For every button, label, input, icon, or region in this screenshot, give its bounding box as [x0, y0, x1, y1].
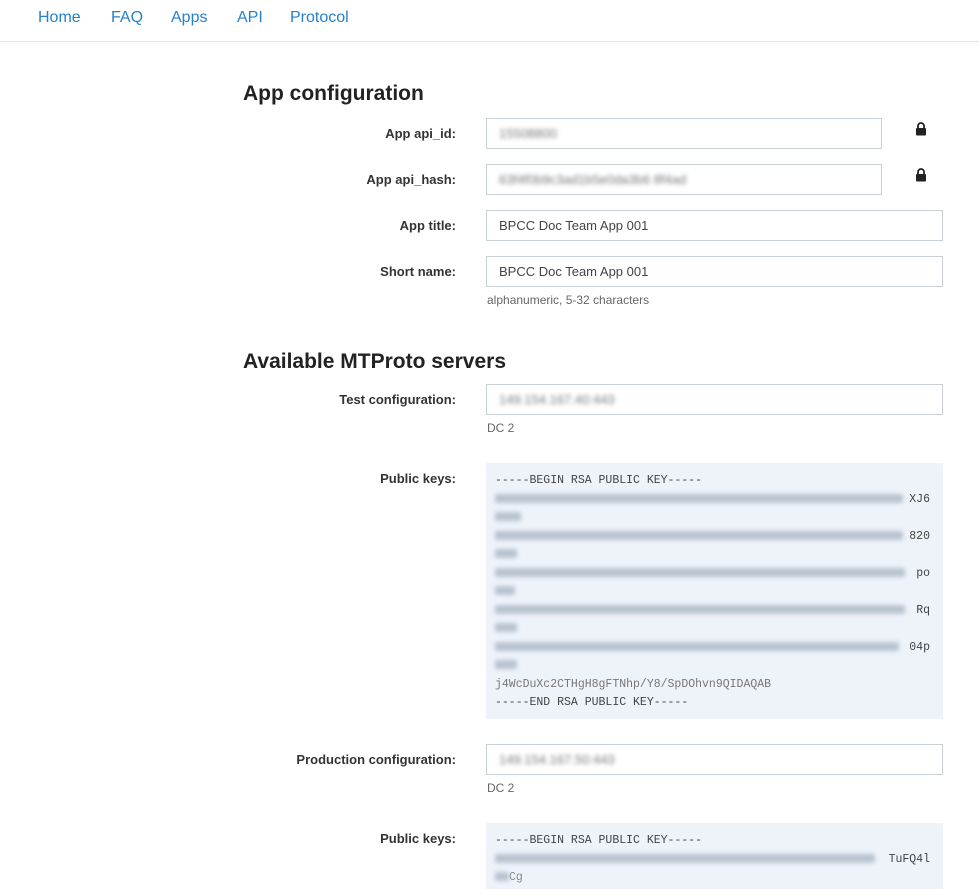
test-configuration-label: Test configuration: — [339, 392, 456, 407]
api-id-label: App api_id: — [385, 126, 456, 141]
key-line — [495, 620, 943, 639]
nav-apps-link[interactable]: Apps — [171, 9, 207, 27]
mtproto-servers-heading: Available MTProto servers — [243, 350, 506, 373]
key-begin-line: -----BEGIN RSA PUBLIC KEY----- — [495, 474, 703, 487]
key-line: 820 — [495, 528, 943, 547]
top-nav: Home FAQ Apps API Protocol — [0, 0, 979, 42]
key-line — [495, 546, 943, 565]
key-line — [495, 657, 943, 676]
test-configuration-field[interactable]: 149.154.167.40:443 — [486, 384, 943, 415]
test-public-keys-label: Public keys: — [380, 471, 456, 486]
nav-faq-link[interactable]: FAQ — [111, 9, 143, 27]
key-end-line: -----END RSA PUBLIC KEY----- — [495, 696, 689, 709]
app-title-input[interactable] — [486, 210, 943, 241]
production-public-keys-label: Public keys: — [380, 831, 456, 846]
short-name-label: Short name: — [380, 264, 456, 279]
key-line: po — [495, 565, 943, 584]
test-dc-label: DC 2 — [487, 421, 515, 435]
nav-protocol-link[interactable]: Protocol — [290, 9, 349, 27]
key-line: 04p — [495, 639, 943, 658]
key-line — [495, 509, 943, 528]
key-line — [495, 583, 943, 602]
production-configuration-label: Production configuration: — [296, 752, 456, 767]
production-public-key-box[interactable]: -----BEGIN RSA PUBLIC KEY----- TuFQ4l Cg — [486, 823, 943, 889]
key-last-line: j4WcDuXc2CTHgH8gFTNhp/Y8/SpDOhvn9QIDAQAB — [495, 677, 772, 691]
production-configuration-value: 149.154.167.50:443 — [499, 752, 615, 767]
production-dc-label: DC 2 — [487, 781, 515, 795]
app-title-label: App title: — [399, 218, 456, 233]
short-name-hint: alphanumeric, 5-32 characters — [487, 293, 650, 307]
api-hash-field[interactable]: 63f4f0b9c3ad1b5e0da3b6 8f4ad — [486, 164, 882, 195]
key-line: TuFQ4l — [495, 851, 943, 870]
lock-icon — [916, 122, 926, 136]
nav-api-link[interactable]: API — [237, 9, 263, 27]
test-configuration-value: 149.154.167.40:443 — [499, 392, 615, 407]
key-begin-line: -----BEGIN RSA PUBLIC KEY----- — [495, 834, 703, 847]
test-public-key-box[interactable]: -----BEGIN RSA PUBLIC KEY----- XJ6 820 p… — [486, 463, 943, 719]
production-configuration-field[interactable]: 149.154.167.50:443 — [486, 744, 943, 775]
api-hash-value: 63f4f0b9c3ad1b5e0da3b6 8f4ad — [499, 172, 687, 187]
api-hash-label: App api_hash: — [366, 172, 456, 187]
api-id-value: 15508800 — [499, 126, 557, 141]
key-line: XJ6 — [495, 491, 943, 510]
key-line: Rq — [495, 602, 943, 621]
lock-icon — [916, 168, 926, 182]
app-configuration-heading: App configuration — [243, 82, 424, 105]
api-id-field[interactable]: 15508800 — [486, 118, 882, 149]
short-name-input[interactable] — [486, 256, 943, 287]
key-line: Cg — [495, 869, 943, 888]
nav-home-link[interactable]: Home — [38, 9, 81, 27]
